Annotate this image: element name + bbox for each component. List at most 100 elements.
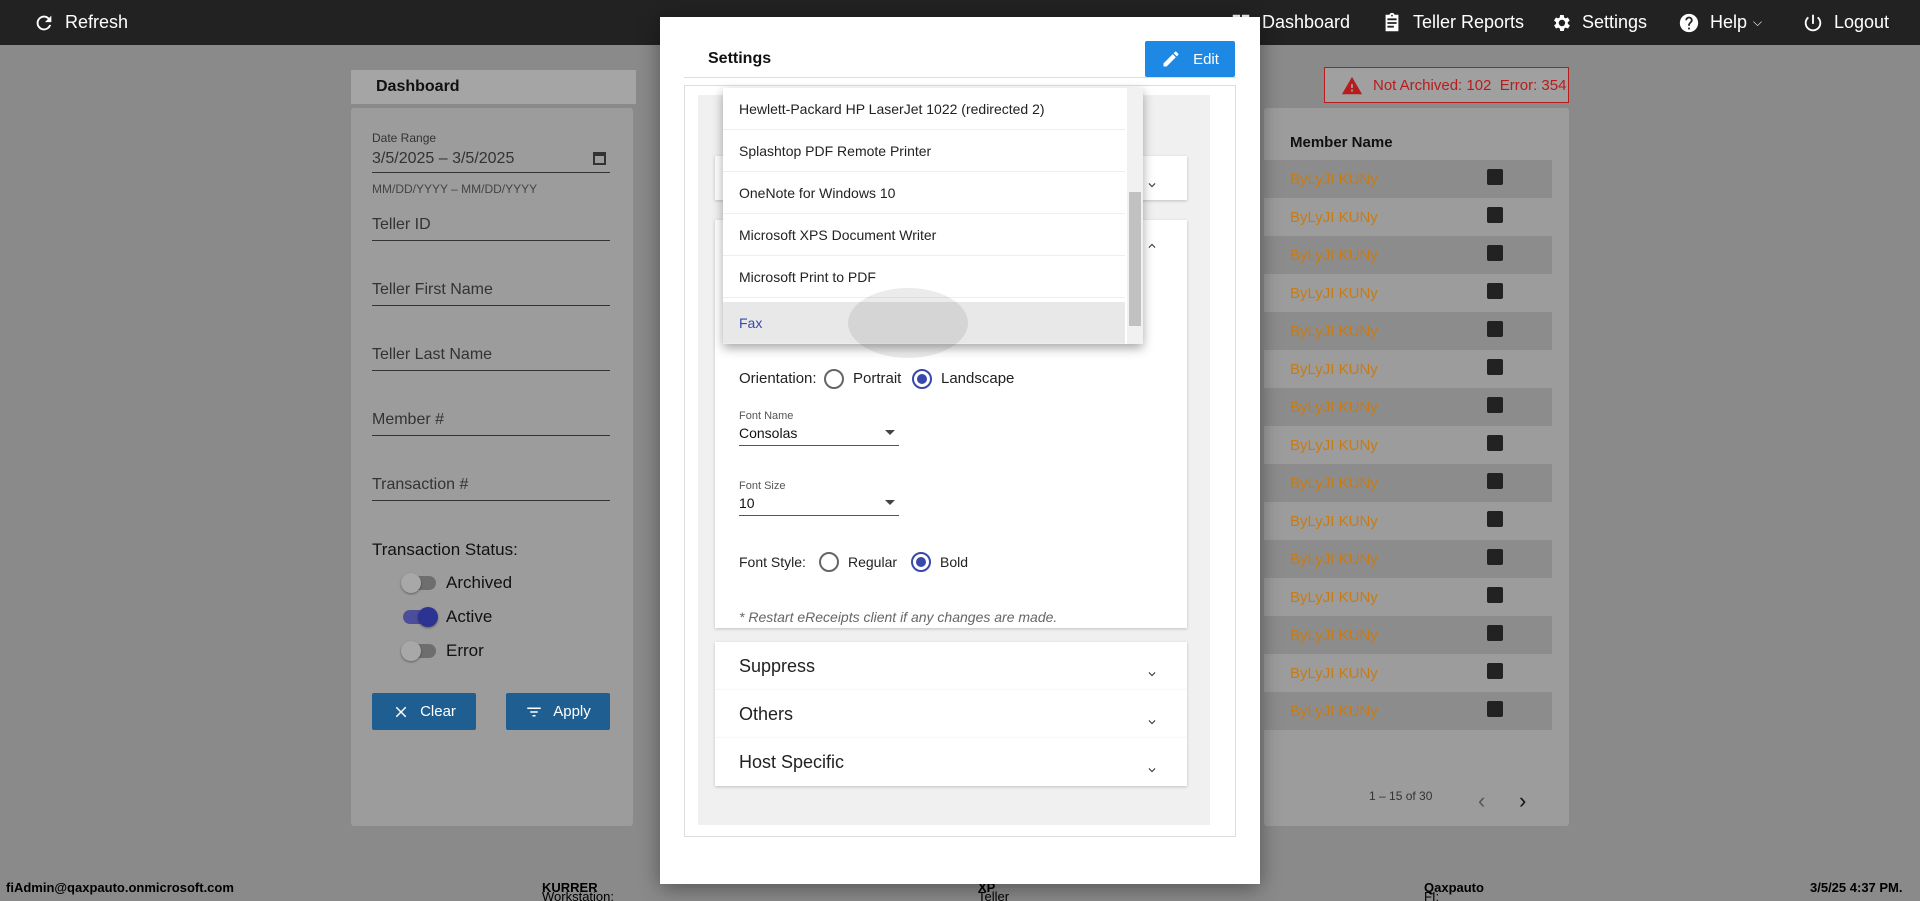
prev-page-icon[interactable]: ‹: [1478, 788, 1485, 814]
chevron-up-icon[interactable]: [1145, 239, 1159, 253]
note-icon[interactable]: [1487, 511, 1503, 527]
date-range-hint: MM/DD/YYYY – MM/DD/YYYY: [372, 182, 538, 196]
chevron-down-icon: ⌵: [1753, 15, 1763, 29]
note-icon[interactable]: [1487, 473, 1503, 489]
nav-logout[interactable]: Logout: [1802, 0, 1889, 45]
chevron-down-icon[interactable]: [1145, 763, 1159, 777]
note-icon[interactable]: [1487, 701, 1503, 717]
calendar-icon[interactable]: [593, 152, 606, 165]
member-name-cell: ByLyJI KUNy: [1290, 703, 1378, 720]
scrollbar-thumb[interactable]: [1129, 192, 1141, 326]
power-icon: [1804, 14, 1822, 31]
refresh-button[interactable]: Refresh: [33, 0, 128, 45]
error-badge-text: Not Archived: 102 Error: 354: [1373, 76, 1567, 94]
toggle-knob: [401, 641, 421, 661]
printer-option[interactable]: OneNote for Windows 10: [723, 172, 1125, 214]
pencil-icon: [1163, 51, 1179, 67]
error-badge[interactable]: Not Archived: 102 Error: 354: [1324, 67, 1569, 103]
regular-radio[interactable]: [819, 552, 839, 572]
dropdown-scrollbar[interactable]: [1127, 88, 1143, 344]
edit-button[interactable]: Edit: [1145, 41, 1235, 77]
note-icon[interactable]: [1487, 283, 1503, 299]
date-range-label: Date Range: [372, 131, 437, 145]
landscape-label: Landscape: [941, 370, 1015, 387]
footer-user: fiAdmin@qaxpauto.onmicrosoft.com: [6, 880, 234, 895]
printer-option[interactable]: Hewlett-Packard HP LaserJet 1022 (redire…: [723, 88, 1125, 130]
member-name-cell: ByLyJI KUNy: [1290, 627, 1378, 644]
member-number-input[interactable]: Member #: [372, 411, 610, 436]
nav-teller-reports-label: Teller Reports: [1413, 12, 1525, 32]
note-icon[interactable]: [1487, 549, 1503, 565]
teller-first-name-input[interactable]: Teller First Name: [372, 281, 610, 306]
nav-dashboard-label: Dashboard: [1262, 12, 1351, 32]
dropdown-arrow-icon: [885, 500, 895, 505]
archived-label: Archived: [446, 573, 513, 592]
nav-help-label: Help: [1710, 12, 1748, 32]
dashboard-title: Dashboard: [351, 70, 636, 104]
clear-button[interactable]: Clear: [372, 693, 476, 730]
note-icon[interactable]: [1487, 435, 1503, 451]
error-label: Error: [446, 641, 484, 660]
clear-label: Clear: [420, 703, 456, 720]
filter-icon: [527, 707, 541, 716]
teller-id-input[interactable]: Teller ID: [372, 216, 610, 241]
gear-icon: [1554, 14, 1570, 31]
note-icon[interactable]: [1487, 397, 1503, 413]
footer-workstation-label: Workstation:: [542, 889, 615, 901]
nav-logout-label: Logout: [1834, 12, 1890, 32]
note-icon[interactable]: [1487, 169, 1503, 185]
chevron-down-icon[interactable]: [1145, 178, 1159, 192]
active-toggle[interactable]: [403, 607, 438, 627]
archived-toggle[interactable]: [401, 573, 436, 593]
landscape-radio[interactable]: [912, 369, 932, 389]
chevron-down-icon[interactable]: [1145, 715, 1159, 729]
portrait-label: Portrait: [853, 370, 902, 387]
printer-option[interactable]: Microsoft XPS Document Writer: [723, 214, 1125, 256]
bold-label: Bold: [940, 554, 969, 570]
transaction-number-input[interactable]: Transaction #: [372, 476, 610, 501]
edit-label: Edit: [1193, 50, 1219, 68]
click-ripple: [848, 288, 968, 358]
regular-label: Regular: [848, 554, 898, 570]
font-size-value: 10: [739, 495, 755, 511]
font-size-select[interactable]: 10: [739, 495, 899, 516]
member-name-cell: ByLyJI KUNy: [1290, 361, 1378, 378]
close-icon: [395, 706, 407, 717]
bold-radio[interactable]: [911, 552, 931, 572]
font-name-select[interactable]: Consolas: [739, 425, 899, 446]
note-icon[interactable]: [1487, 663, 1503, 679]
nav-teller-reports[interactable]: Teller Reports: [1381, 0, 1524, 45]
member-name-cell: ByLyJI KUNy: [1290, 475, 1378, 492]
chevron-down-icon[interactable]: [1145, 667, 1159, 681]
nav-settings[interactable]: Settings: [1550, 0, 1647, 45]
member-name-cell: ByLyJI KUNy: [1290, 323, 1378, 340]
teller-last-name-input[interactable]: Teller Last Name: [372, 346, 610, 371]
dialog-title: Settings: [708, 50, 772, 67]
transaction-status-label: Transaction Status:: [372, 540, 518, 559]
suppress-title: Suppress: [739, 656, 816, 676]
nav-help[interactable]: Help ⌵: [1678, 0, 1762, 45]
date-range-input[interactable]: 3/5/2025 – 3/5/2025: [372, 150, 610, 173]
apply-button[interactable]: Apply: [506, 693, 610, 730]
note-icon[interactable]: [1487, 359, 1503, 375]
error-toggle[interactable]: [401, 641, 436, 661]
portrait-radio[interactable]: [824, 369, 844, 389]
note-icon[interactable]: [1487, 207, 1503, 223]
orientation-label: Orientation:: [739, 370, 817, 387]
member-name-cell: ByLyJI KUNy: [1290, 399, 1378, 416]
note-icon[interactable]: [1487, 321, 1503, 337]
member-name-cell: ByLyJI KUNy: [1290, 665, 1378, 682]
printer-option[interactable]: Splashtop PDF Remote Printer: [723, 130, 1125, 172]
note-icon[interactable]: [1487, 625, 1503, 641]
note-icon[interactable]: [1487, 587, 1503, 603]
footer-datetime: 3/5/25 4:37 PM.: [1810, 880, 1903, 895]
font-name-label: Font Name: [739, 410, 794, 422]
note-icon[interactable]: [1487, 245, 1503, 261]
member-name-cell: ByLyJI KUNy: [1290, 513, 1378, 530]
restart-note: * Restart eReceipts client if any change…: [739, 609, 1058, 625]
next-page-icon[interactable]: ›: [1519, 788, 1526, 814]
member-name-cell: ByLyJI KUNy: [1290, 209, 1378, 226]
pagination-range: 1 – 15 of 30: [1369, 789, 1433, 803]
footer-platform-label: Teller Platform:: [978, 889, 1010, 901]
member-name-cell: ByLyJI KUNy: [1290, 285, 1378, 302]
